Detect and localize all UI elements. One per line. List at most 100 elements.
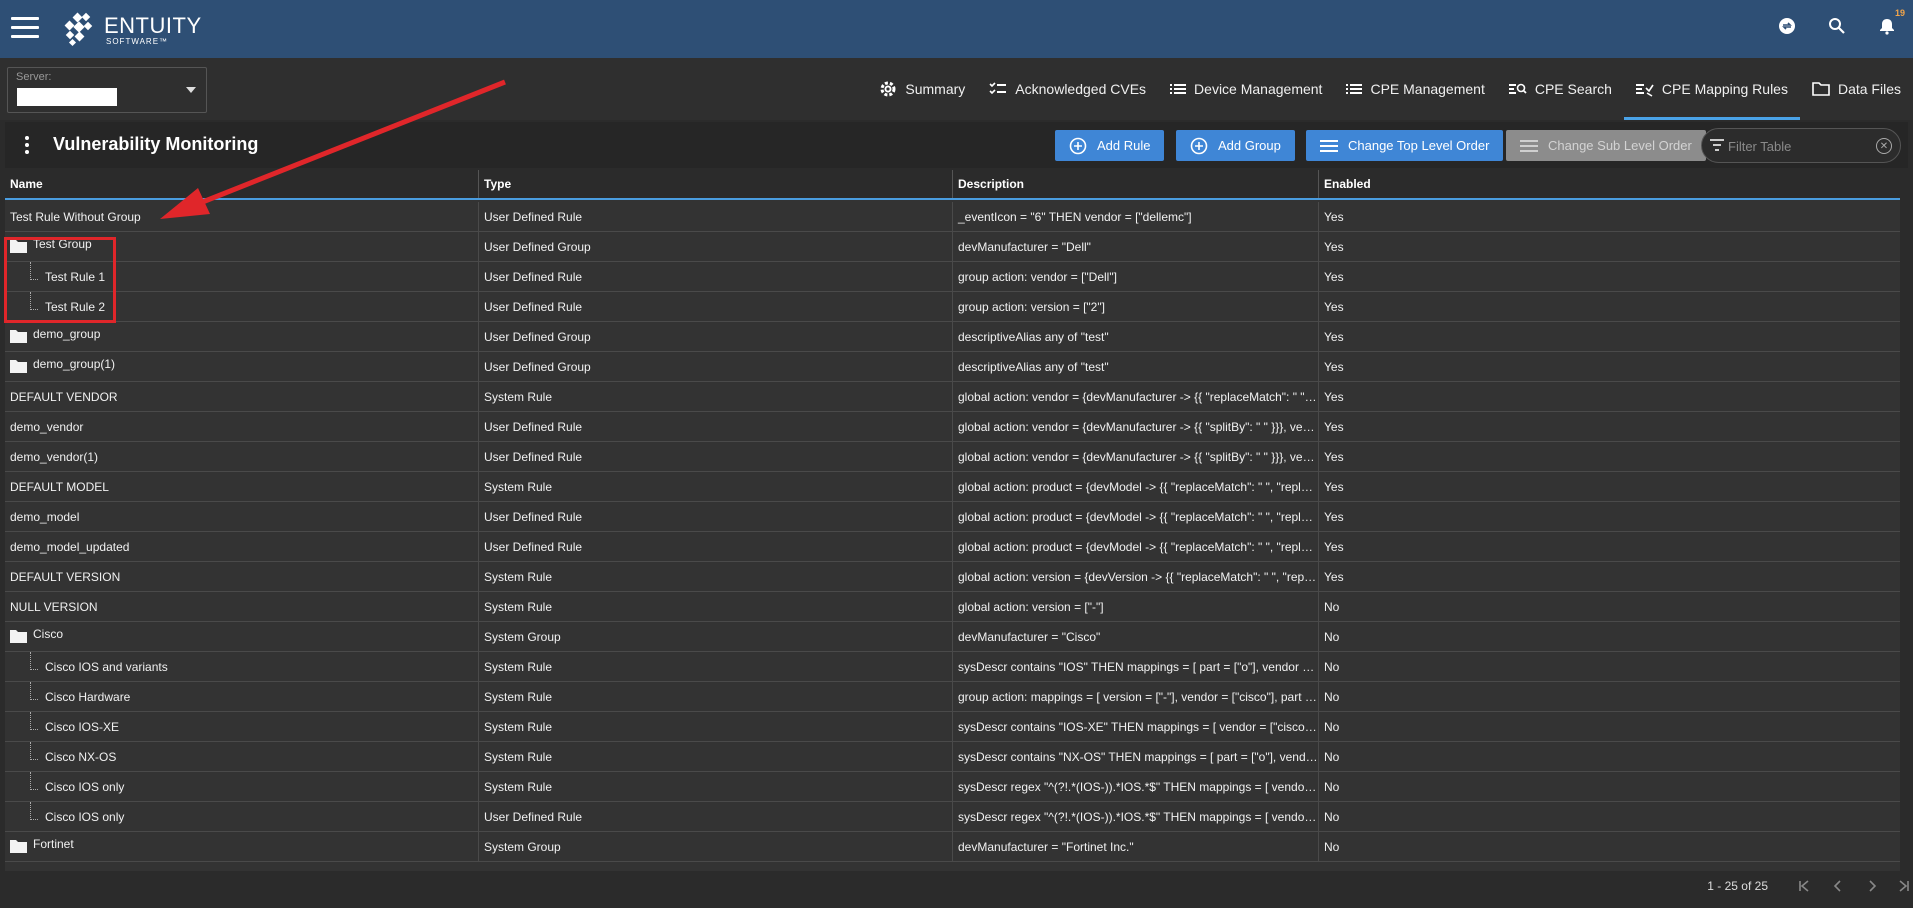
add-group-button[interactable]: Add Group [1176,130,1295,161]
header-description[interactable]: Description [953,170,1319,198]
cell-type: System Rule [479,742,953,772]
tab-acknowledged-cves[interactable]: Acknowledged CVEs [977,58,1158,120]
table-row[interactable]: Fortinet System Group devManufacturer = "F… [5,832,1900,862]
reorder-icon [1520,139,1538,152]
table-row[interactable]: Cisco IOS-XE System Rule sysDescr contains… [5,712,1900,742]
cell-name: Cisco IOS and variants [5,652,479,682]
table-row[interactable]: Test Rule 1 User Defined Rule group action… [5,262,1900,292]
notification-bell-icon[interactable]: 19 [1875,8,1905,38]
cell-enabled: No [1324,840,1340,854]
tab-cpe-search[interactable]: CPE Search [1497,58,1624,120]
table-row[interactable]: demo_group User Defined Group descriptiveA… [5,322,1900,352]
first-page-icon[interactable] [1796,878,1812,894]
tab-cpe-management[interactable]: CPE Management [1334,58,1496,120]
menu-icon[interactable] [11,17,39,39]
cell-type: System Rule [479,682,953,712]
cell-type: System Rule [479,562,953,592]
tree-connector [30,712,38,730]
group-name: demo_group [33,327,101,341]
tab-cpe-mapping-rules[interactable]: CPE Mapping Rules [1623,58,1801,120]
server-label: Server: [16,71,52,83]
change-sub-level-order-button[interactable]: Change Sub Level Order [1506,130,1706,161]
cell-type: User Defined Rule [479,502,953,532]
change-top-level-order-button[interactable]: Change Top Level Order [1306,130,1504,161]
table-row[interactable]: Cisco System Group devManufacturer = "Cisc… [5,622,1900,652]
clear-icon[interactable]: ✕ [1876,138,1892,154]
cell-enabled: Yes [1324,450,1344,464]
table-row[interactable]: DEFAULT VENDOR System Rule global action: … [5,382,1900,412]
header-name[interactable]: Name [5,170,479,198]
table-row[interactable]: Cisco IOS and variants System Rule sysDesc… [5,652,1900,682]
tab-summary[interactable]: Summary [867,58,977,120]
next-page-icon[interactable] [1864,878,1880,894]
folder-icon [10,329,27,343]
tab-label: Summary [905,81,966,97]
rule-name: Cisco IOS only [45,810,125,824]
tab-label: CPE Management [1370,81,1485,97]
cell-description: global action: version = {devVersion -> … [953,562,1319,592]
header-enabled[interactable]: Enabled [1319,170,1900,198]
add-group-label: Add Group [1218,138,1281,153]
cell-name: Cisco IOS-XE [5,712,479,742]
cell-enabled: No [1324,690,1340,704]
cell-enabled: Yes [1324,570,1344,584]
table-row[interactable]: Test Rule 2 User Defined Rule group action… [5,292,1900,322]
table-row[interactable]: Test Group User Defined Group devManufactu… [5,232,1900,262]
table-row[interactable]: Cisco IOS only System Rule sysDescr regex … [5,772,1900,802]
cell-name: demo_vendor [5,412,479,442]
cell-enabled: Yes [1324,300,1344,314]
table-row[interactable]: demo_vendor User Defined Rule global actio… [5,412,1900,442]
cell-name: demo_model [5,502,479,532]
last-page-icon[interactable] [1896,878,1912,894]
top-bar: ENTUITY SOFTWARE™ 19 [0,0,1913,58]
table-row[interactable]: DEFAULT MODEL System Rule global action: p… [5,472,1900,502]
header-type[interactable]: Type [479,170,953,198]
table-row[interactable]: NULL VERSION System Rule global action: ve… [5,592,1900,622]
cell-type: User Defined Group [479,322,953,352]
tab-label: Device Management [1194,81,1323,97]
chevron-down-icon [186,87,196,93]
table-row[interactable]: Cisco NX-OS System Rule sysDescr contains … [5,742,1900,772]
table-row[interactable]: demo_group(1) User Defined Group descripti… [5,352,1900,382]
table-row[interactable]: Cisco IOS only User Defined Rule sysDescr … [5,802,1900,832]
table-row[interactable]: DEFAULT VERSION System Rule global action:… [5,562,1900,592]
cell-description: devManufacturer = "Fortinet Inc." [953,832,1319,862]
cell-description: devManufacturer = "Dell" [953,232,1319,262]
cell-name: Cisco Hardware [5,682,479,712]
folder-icon [10,629,27,643]
gear-icon [880,81,896,97]
table-row[interactable]: Cisco Hardware System Rule group action: m… [5,682,1900,712]
cell-description: devManufacturer = "Cisco" [953,622,1319,652]
rule-name: Cisco Hardware [45,690,131,704]
filter-input[interactable] [1728,137,1868,155]
cell-description: sysDescr contains "IOS-XE" THEN mappings… [953,712,1319,742]
change-sub-level-order-label: Change Sub Level Order [1548,138,1692,153]
cell-enabled: Yes [1324,270,1344,284]
cell-type: User Defined Group [479,232,953,262]
cell-type: System Group [479,832,953,862]
cell-enabled: Yes [1324,210,1344,224]
sync-icon[interactable] [1775,14,1799,38]
cell-enabled: Yes [1324,360,1344,374]
tab-label: Acknowledged CVEs [1015,81,1147,97]
tab-data-files[interactable]: Data Files [1800,58,1913,120]
logo-name: ENTUITY [104,12,202,38]
previous-page-icon[interactable] [1830,878,1846,894]
table-row[interactable]: demo_model User Defined Rule global action… [5,502,1900,532]
table-row[interactable]: demo_model_updated User Defined Rule globa… [5,532,1900,562]
server-select[interactable]: Server: [7,67,207,113]
tab-label: CPE Search [1534,81,1612,97]
cell-type: System Rule [479,472,953,502]
tab-device-management[interactable]: Device Management [1158,58,1334,120]
add-rule-button[interactable]: Add Rule [1055,130,1165,161]
more-options-icon[interactable] [25,136,29,154]
search-icon[interactable] [1825,14,1849,38]
cell-enabled: No [1324,720,1340,734]
tree-connector [30,772,38,790]
table-row[interactable]: demo_vendor(1) User Defined Rule global ac… [5,442,1900,472]
cell-description: sysDescr regex "^(?!.*(IOS-)).*IOS.*$" T… [953,802,1319,832]
cell-name: demo_vendor(1) [5,442,479,472]
list-search-icon [1508,83,1527,94]
table-row[interactable]: Test Rule Without Group User Defined Rule… [5,202,1900,232]
cell-enabled: No [1324,600,1340,614]
